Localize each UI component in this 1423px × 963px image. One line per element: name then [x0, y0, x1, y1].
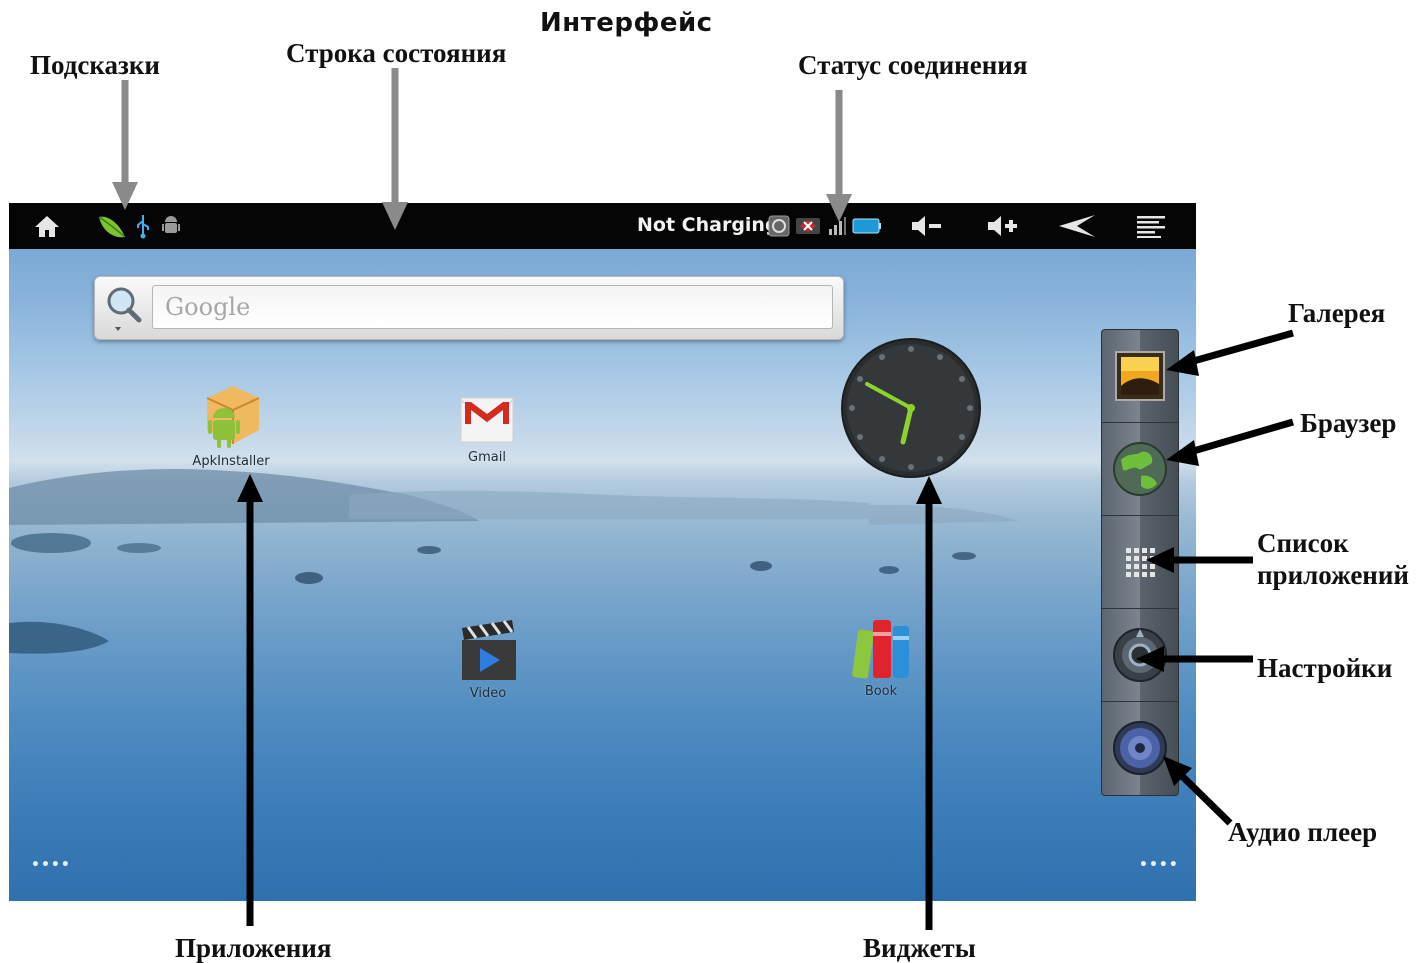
- arrow-hints: [112, 80, 138, 210]
- annotation-arrows: [112, 68, 1294, 930]
- arrow-connection-status: [826, 90, 852, 222]
- arrow-status-bar: [382, 68, 408, 230]
- arrow-widgets: [916, 476, 942, 930]
- arrow-audio-player: [1163, 756, 1233, 826]
- arrow-app-list: [1146, 547, 1253, 573]
- arrow-browser: [1166, 418, 1294, 466]
- arrow-settings: [1136, 646, 1253, 672]
- arrow-apps: [237, 474, 263, 926]
- arrow-gallery: [1166, 329, 1294, 376]
